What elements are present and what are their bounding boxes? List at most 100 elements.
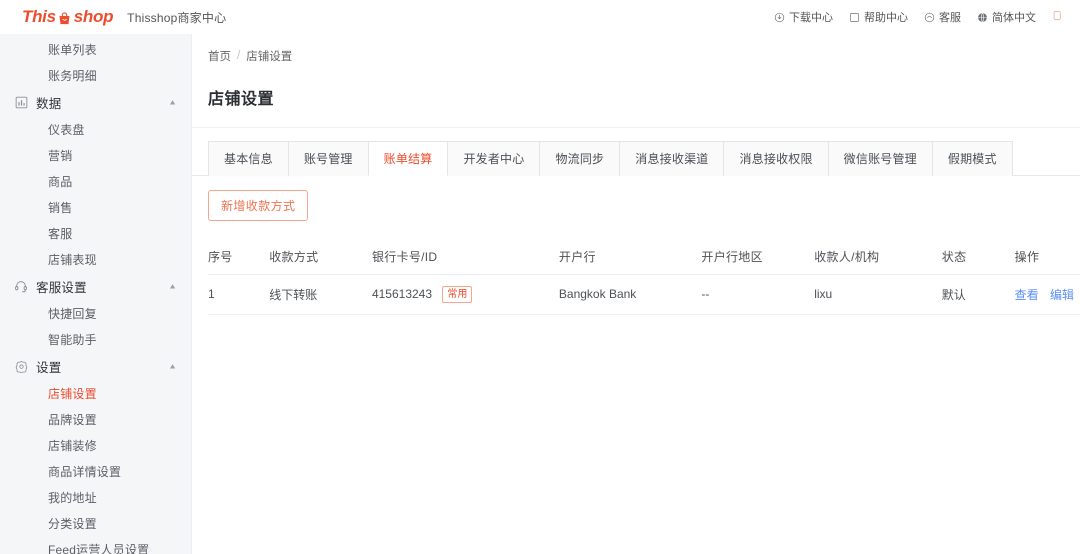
chevron-up-icon[interactable]: ▲ [168, 282, 177, 289]
globe-icon [977, 12, 988, 23]
sidebar-item-label: 智能助手 [48, 332, 97, 347]
sidebar-item-label: 店铺装修 [48, 438, 97, 453]
tab-label: 物流同步 [555, 151, 605, 166]
language-switcher[interactable]: 简体中文 [977, 9, 1036, 25]
sidebar-item-label: 分类设置 [48, 516, 97, 531]
breadcrumb: 首页 / 店铺设置 [192, 34, 1080, 64]
sidebar-item-quick-reply[interactable]: 快捷回复 [0, 300, 191, 326]
view-link[interactable]: 查看 [1015, 288, 1039, 302]
tab-label: 消息接收权限 [739, 151, 813, 166]
tab-label: 消息接收渠道 [635, 151, 709, 166]
sidebar-item-products[interactable]: 商品 [0, 168, 191, 194]
table-row: 1 线下转账 415613243 常用 Bangkok Bank -- lixu… [208, 274, 1080, 315]
sidebar-item-shop-decoration[interactable]: 店铺装修 [0, 432, 191, 458]
help-center-item[interactable]: 帮助中心 [849, 9, 908, 25]
sidebar-item-label: 营销 [48, 148, 73, 163]
sidebar-item-shop-performance[interactable]: 店铺表现 [0, 246, 191, 272]
page-layout: 账单列表 账务明细 数据 ▲ 仪表盘 营销 商品 销售 客服 店铺表现 客服设置… [0, 34, 1080, 554]
gear-icon [12, 360, 30, 373]
thisshop-logo[interactable]: This shop [22, 7, 113, 27]
logo-text-this: This [22, 7, 56, 26]
table-body: 1 线下转账 415613243 常用 Bangkok Bank -- lixu… [208, 274, 1080, 315]
sidebar-item-finance-detail[interactable]: 账务明细 [0, 62, 191, 88]
column-header-status: 状态 [941, 238, 1015, 275]
sidebar-group-settings[interactable]: 设置 ▲ [0, 352, 191, 380]
customer-service-label: 客服 [939, 12, 961, 24]
sidebar-item-label: 账单列表 [48, 42, 97, 57]
sidebar-item-feed-operator-settings[interactable]: Feed运营人员设置 [0, 536, 191, 554]
sidebar-item-label: 品牌设置 [48, 412, 97, 427]
tab-holiday-mode[interactable]: 假期模式 [931, 140, 1013, 176]
tab-label: 开发者中心 [463, 151, 525, 166]
help-center-label: 帮助中心 [864, 12, 908, 24]
sidebar-item-label: 店铺设置 [48, 386, 97, 401]
logo-text-shop: shop [73, 7, 114, 26]
top-bar: This shop Thisshop商家中心 下载中心 帮助中心 客服 简体中文 [0, 0, 1080, 34]
add-payment-method-button[interactable]: 新增收款方式 [208, 189, 309, 221]
top-bar-overflow-edge[interactable] [1052, 10, 1066, 24]
tab-label: 微信账号管理 [843, 151, 917, 166]
tab-message-channel[interactable]: 消息接收渠道 [619, 140, 725, 176]
main-content: 首页 / 店铺设置 店铺设置 基本信息 账号管理 账单结算 开发者中心 物流同步… [192, 34, 1080, 554]
tab-account-management[interactable]: 账号管理 [287, 140, 369, 176]
sidebar-item-marketing[interactable]: 营销 [0, 142, 191, 168]
tab-label: 基本信息 [224, 151, 273, 166]
sidebar-item-label: 销售 [48, 200, 73, 215]
frequently-used-badge: 常用 [442, 285, 473, 303]
sidebar-item-sales[interactable]: 销售 [0, 194, 191, 220]
sidebar-item-label: 店铺表现 [48, 252, 97, 267]
column-header-card: 银行卡号/ID [371, 238, 559, 275]
brand-subtitle: Thisshop商家中心 [127, 10, 227, 25]
sidebar-item-category-settings[interactable]: 分类设置 [0, 510, 191, 536]
cell-bank: Bangkok Bank [558, 274, 702, 315]
sidebar-group-service-settings[interactable]: 客服设置 ▲ [0, 272, 191, 300]
column-header-region: 开户行地区 [701, 238, 815, 275]
tab-wechat-account-management[interactable]: 微信账号管理 [827, 140, 933, 176]
sidebar-item-label: 我的地址 [48, 490, 97, 505]
tab-label: 假期模式 [947, 151, 997, 166]
top-bar-actions: 下载中心 帮助中心 客服 简体中文 [774, 9, 1070, 25]
sidebar-group-label: 客服设置 [36, 280, 87, 295]
sidebar-item-label: 快捷回复 [48, 306, 97, 321]
cell-payee: lixu [814, 274, 942, 315]
sidebar-item-smart-assistant[interactable]: 智能助手 [0, 326, 191, 352]
sidebar-item-dashboard[interactable]: 仪表盘 [0, 116, 191, 142]
cell-operations: 查看 编辑 [1014, 274, 1080, 315]
sidebar-item-service[interactable]: 客服 [0, 220, 191, 246]
sidebar-item-label: 商品详情设置 [48, 464, 122, 479]
sidebar-item-brand-settings[interactable]: 品牌设置 [0, 406, 191, 432]
chevron-up-icon[interactable]: ▲ [168, 98, 177, 105]
sidebar-group-label: 数据 [36, 96, 62, 111]
tab-bill-settlement[interactable]: 账单结算 [367, 140, 449, 176]
tab-message-permission[interactable]: 消息接收权限 [723, 140, 829, 176]
sidebar-item-bill-list[interactable]: 账单列表 [0, 36, 191, 62]
sidebar-group-label: 设置 [36, 360, 62, 375]
cell-card: 415613243 常用 [371, 274, 559, 315]
chevron-up-icon[interactable]: ▲ [168, 362, 177, 369]
cell-index: 1 [208, 274, 270, 315]
sidebar-item-my-address[interactable]: 我的地址 [0, 484, 191, 510]
tab-developer-center[interactable]: 开发者中心 [447, 140, 541, 176]
sidebar-nav-list: 账单列表 账务明细 数据 ▲ 仪表盘 营销 商品 销售 客服 店铺表现 客服设置… [0, 34, 191, 554]
table-header-row: 序号 收款方式 银行卡号/ID 开户行 开户行地区 收款人/机构 状态 操作 [208, 238, 1080, 275]
sidebar-item-shop-settings[interactable]: 店铺设置 [0, 380, 191, 406]
table-head: 序号 收款方式 银行卡号/ID 开户行 开户行地区 收款人/机构 状态 操作 [208, 238, 1080, 275]
breadcrumb-home[interactable]: 首页 [208, 48, 231, 64]
customer-service-item[interactable]: 客服 [924, 9, 961, 25]
settings-panel: 基本信息 账号管理 账单结算 开发者中心 物流同步 消息接收渠道 消息接收权限 … [192, 126, 1080, 554]
payment-methods-table-wrapper: 序号 收款方式 银行卡号/ID 开户行 开户行地区 收款人/机构 状态 操作 1 [192, 238, 1080, 315]
tab-basic-info[interactable]: 基本信息 [208, 140, 289, 176]
download-center-label: 下载中心 [789, 12, 833, 24]
sidebar-item-product-detail-settings[interactable]: 商品详情设置 [0, 458, 191, 484]
sidebar-item-label: 仪表盘 [48, 122, 85, 137]
download-center-item[interactable]: 下载中心 [774, 9, 833, 25]
edit-link[interactable]: 编辑 [1050, 288, 1074, 302]
page-title: 店铺设置 [208, 90, 275, 108]
column-header-payee: 收款人/机构 [814, 238, 942, 275]
breadcrumb-separator: / [237, 50, 241, 62]
tab-bar: 基本信息 账号管理 账单结算 开发者中心 物流同步 消息接收渠道 消息接收权限 … [192, 140, 1080, 176]
sidebar-group-data[interactable]: 数据 ▲ [0, 88, 191, 116]
tab-logistics-sync[interactable]: 物流同步 [539, 140, 621, 176]
column-header-operations: 操作 [1014, 238, 1080, 275]
tab-label: 账单结算 [383, 151, 433, 166]
